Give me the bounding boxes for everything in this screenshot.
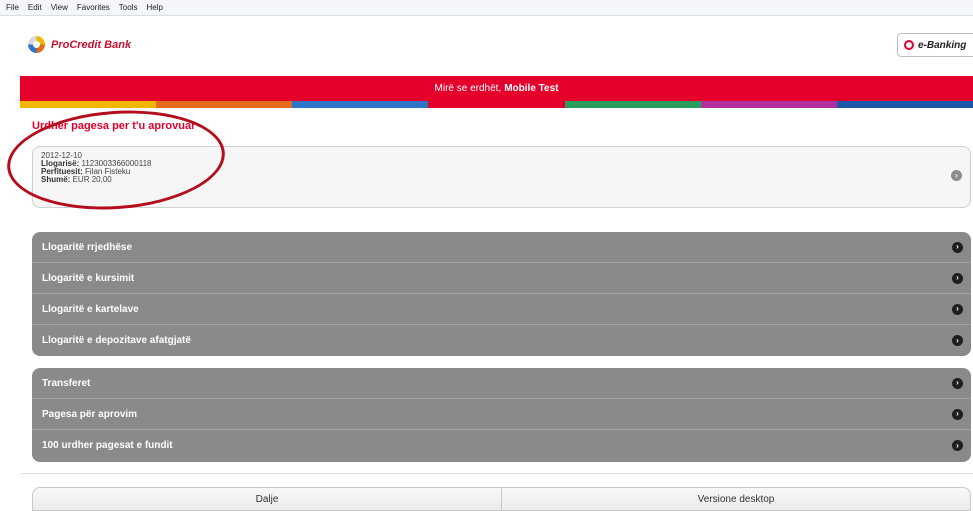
pending-payments-title: Urdher pagesa per t'u aprovuar: [32, 120, 196, 132]
menu-item-label: Llogaritë e kursimit: [42, 272, 135, 284]
browser-menubar: File Edit View Favorites Tools Help: [0, 0, 973, 16]
stripe-segment: [156, 101, 293, 108]
chevron-right-icon: ›: [952, 335, 963, 346]
divider: [20, 473, 973, 474]
brand-name: ProCredit Bank: [51, 38, 132, 51]
menu-item-label: 100 urdher pagesat e fundit: [42, 440, 173, 451]
payment-beneficiary-line: Perfituesit: Filan Fisteku: [41, 168, 962, 176]
chevron-right-icon: ›: [952, 272, 963, 284]
ring-icon: [904, 40, 914, 50]
menu-payments-for-approval[interactable]: Pagesa për aprovim ›: [32, 399, 971, 430]
ebanking-button[interactable]: e-Banking: [897, 33, 973, 57]
procredit-logo[interactable]: ProCredit Bank: [28, 36, 131, 53]
welcome-user: Mobile Test: [504, 83, 559, 94]
payment-amount-line: Shumë: EUR 20,00: [41, 176, 962, 184]
procredit-logo-icon: [28, 36, 45, 53]
stripe-segment: [836, 101, 973, 108]
menu-edit[interactable]: Edit: [28, 3, 42, 12]
menu-item-label: Transferet: [42, 377, 91, 389]
menu-card-accounts[interactable]: Llogaritë e kartelave ›: [32, 294, 971, 325]
menu-term-deposits[interactable]: Llogaritë e depozitave afatgjatë ›: [32, 325, 971, 356]
menu-file[interactable]: File: [6, 3, 19, 12]
amount-value: EUR 20,00: [72, 175, 112, 184]
stripe-segment: [20, 101, 157, 108]
ebanking-label: e-Banking: [918, 39, 967, 51]
chevron-right-icon: ›: [952, 241, 963, 253]
transfers-menu: Transferet › Pagesa për aprovim › 100 urdh…: [32, 368, 971, 462]
menu-view[interactable]: View: [51, 3, 68, 12]
menu-item-label: Llogaritë e depozitave afatgjatë: [42, 335, 191, 346]
menu-tools[interactable]: Tools: [119, 3, 138, 12]
menu-current-accounts[interactable]: Llogaritë rrjedhëse ›: [32, 232, 971, 263]
chevron-right-icon: ›: [951, 170, 962, 181]
stripe-segment: [428, 101, 565, 108]
menu-last-100-payments[interactable]: 100 urdher pagesat e fundit ›: [32, 430, 971, 461]
menu-favorites[interactable]: Favorites: [77, 3, 110, 12]
menu-transfers[interactable]: Transferet ›: [32, 368, 971, 399]
pending-payment-card[interactable]: 2012-12-10 Llogarisë: 1123003366000118 P…: [32, 146, 971, 208]
stripe-segment: [292, 101, 429, 108]
menu-item-label: Llogaritë e kartelave: [42, 303, 139, 315]
stripe-segment: [564, 101, 701, 108]
chevron-right-icon: ›: [952, 440, 963, 451]
menu-item-label: Llogaritë rrjedhëse: [42, 241, 133, 253]
stripe-segment: [700, 101, 837, 108]
chevron-right-icon: ›: [952, 303, 963, 315]
chevron-right-icon: ›: [952, 408, 963, 420]
color-stripe: [20, 101, 973, 108]
menu-savings-accounts[interactable]: Llogaritë e kursimit ›: [32, 263, 971, 294]
payment-date: 2012-12-10: [41, 151, 82, 160]
amount-label: Shumë:: [41, 175, 71, 184]
footer-buttons: Dalje Versione desktop: [32, 487, 971, 511]
chevron-right-icon: ›: [952, 377, 963, 389]
menu-help[interactable]: Help: [146, 3, 162, 12]
payment-account-line: Llogarisë: 1123003366000118: [41, 160, 962, 168]
menu-item-label: Pagesa për aprovim: [42, 408, 138, 420]
accounts-menu: Llogaritë rrjedhëse › Llogaritë e kursimi…: [32, 232, 971, 356]
welcome-greeting: Mirë se erdhët,: [434, 83, 502, 94]
welcome-banner: Mirë se erdhët, Mobile Test: [20, 76, 973, 101]
